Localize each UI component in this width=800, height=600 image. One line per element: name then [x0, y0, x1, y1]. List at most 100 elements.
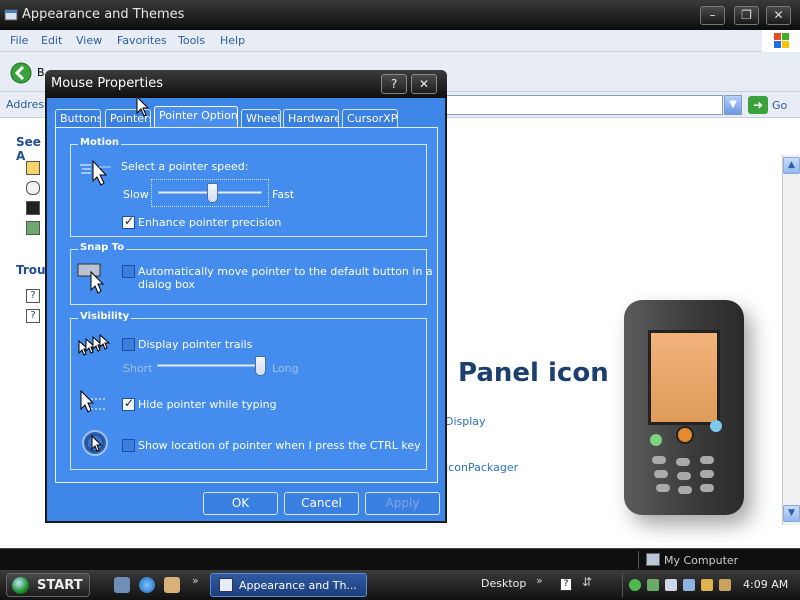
menu-tools[interactable]: Tools [178, 34, 205, 47]
iconpackager-link[interactable]: IconPackager [445, 461, 518, 474]
help-topic-icon[interactable]: ? [26, 309, 40, 323]
clock[interactable]: 4:09 AM [743, 578, 788, 591]
help-icon: ? [390, 77, 398, 91]
tab-hardware[interactable]: Hardware [283, 109, 339, 127]
show-location-checkbox[interactable] [122, 439, 135, 452]
go-arrow-icon: ➜ [752, 98, 764, 112]
menu-favorites[interactable]: Favorites [117, 34, 167, 47]
desktop-chevron-icon[interactable]: » [536, 574, 543, 587]
picture-icon[interactable] [26, 221, 40, 235]
show-location-label[interactable]: Show location of pointer when I press th… [138, 439, 421, 452]
taskbar-window-button[interactable]: Appearance and Th... [210, 573, 367, 597]
hide-typing-checkbox[interactable] [122, 396, 135, 411]
tab-cursorxp[interactable]: CursorXP [342, 109, 398, 127]
visibility-group: Visibility Display pointer trails Short … [70, 311, 427, 470]
go-button[interactable]: ➜ [748, 96, 768, 114]
pointer-trails-icon [78, 333, 111, 356]
snap-to-checkbox[interactable] [122, 265, 135, 278]
explorer-title: Appearance and Themes [22, 7, 185, 22]
start-button[interactable]: START [6, 573, 90, 597]
cancel-button[interactable]: Cancel [284, 492, 359, 515]
close-button[interactable]: ✕ [766, 6, 791, 25]
menu-edit[interactable]: Edit [41, 34, 62, 47]
phone-center-button [676, 426, 694, 444]
snap-to-group: Snap To Automatically move pointer to th… [70, 242, 433, 305]
quick-launch-chevron-icon[interactable]: » [192, 574, 199, 587]
trail-length-slider[interactable] [151, 353, 269, 381]
tray-app-icon[interactable] [701, 579, 713, 591]
trails-short-label: Short [123, 362, 153, 375]
snap-to-label[interactable]: Automatically move pointer to the defaul… [138, 265, 433, 278]
back-arrow-icon[interactable] [10, 62, 32, 84]
taskbar: START » Appearance and Th... Desktop » ?… [0, 570, 800, 600]
maximize-button[interactable]: ❐ [734, 6, 759, 25]
enhance-precision-checkbox[interactable] [122, 214, 135, 229]
internet-explorer-icon[interactable] [139, 577, 155, 593]
ok-button[interactable]: OK [203, 492, 278, 515]
go-label[interactable]: Go [772, 99, 787, 112]
speed-slider-thumb[interactable] [207, 183, 218, 203]
system-tray: 4:09 AM [622, 573, 800, 597]
enhance-precision-label[interactable]: Enhance pointer precision [138, 216, 281, 229]
scroll-down-button[interactable]: ▼ [783, 505, 800, 522]
motion-legend: Motion [78, 137, 122, 148]
display-link[interactable]: Display [445, 415, 486, 428]
tray-app-icon[interactable] [665, 579, 677, 591]
dialog-titlebar[interactable]: Mouse Properties ? ✕ [45, 70, 447, 98]
dialog-help-button[interactable]: ? [381, 74, 407, 94]
tab-pointer-options[interactable]: Pointer Options [154, 106, 238, 128]
apply-button[interactable]: Apply [365, 492, 440, 515]
back-label[interactable]: B [37, 66, 45, 79]
explorer-titlebar[interactable]: Appearance and Themes – ❐ ✕ [0, 0, 800, 30]
address-label: Address [6, 98, 50, 111]
mouse-icon[interactable] [26, 181, 40, 195]
phone-screen [648, 330, 720, 425]
minimize-button[interactable]: – [700, 6, 725, 25]
tray-app-icon[interactable] [683, 579, 695, 591]
windows-logo-icon [762, 30, 800, 52]
address-dropdown-button[interactable]: ▼ [724, 95, 742, 115]
network-icon[interactable] [647, 579, 659, 591]
trail-slider-thumb[interactable] [255, 356, 266, 376]
quick-launch-app-icon[interactable] [164, 577, 180, 593]
motion-group: Motion Select a pointer speed: Slow Fast… [70, 137, 427, 237]
desktop-toolbar-label[interactable]: Desktop [481, 577, 526, 590]
tab-wheel[interactable]: Wheel [241, 109, 281, 127]
scroll-up-button[interactable]: ▲ [783, 157, 800, 174]
show-desktop-icon[interactable] [114, 577, 130, 593]
snap-to-label-line2[interactable]: dialog box [138, 278, 195, 291]
minimize-icon: – [709, 8, 716, 22]
tray-wand-icon[interactable] [719, 579, 731, 591]
hide-typing-label[interactable]: Hide pointer while typing [138, 398, 277, 411]
snap-to-icon [77, 263, 105, 294]
menu-view[interactable]: View [76, 34, 102, 47]
pointer-trails-label[interactable]: Display pointer trails [138, 338, 252, 351]
show-location-icon [82, 430, 108, 456]
taskbar-window-label: Appearance and Th... [239, 579, 357, 592]
menu-help[interactable]: Help [220, 34, 245, 47]
folder-window-icon [219, 578, 233, 592]
phone-key [678, 486, 692, 494]
phone-green-button [650, 434, 662, 446]
phone-key [676, 458, 690, 466]
pointer-trails-checkbox[interactable] [122, 338, 135, 351]
tray-app-icon[interactable] [629, 579, 641, 591]
folder-icon[interactable] [26, 161, 40, 175]
help-topic-icon[interactable]: ? [26, 289, 40, 303]
hide-pointer-icon [80, 389, 105, 413]
display-icon[interactable] [26, 201, 40, 215]
mobile-phone-illustration [624, 300, 744, 515]
dialog-title: Mouse Properties [51, 76, 164, 91]
menu-file[interactable]: File [10, 34, 28, 47]
close-icon: ✕ [773, 8, 784, 22]
vertical-scrollbar[interactable]: ▲ ▼ [782, 155, 800, 525]
phone-key [652, 456, 666, 464]
volume-icon[interactable]: ⇵ [582, 575, 592, 589]
tab-buttons[interactable]: Buttons [55, 109, 101, 127]
dialog-close-button[interactable]: ✕ [411, 74, 437, 94]
speed-slider[interactable] [151, 179, 269, 207]
phone-key [656, 484, 670, 492]
help-icon[interactable]: ? [560, 578, 572, 591]
phone-key [700, 470, 714, 478]
pointer-options-panel: Motion Select a pointer speed: Slow Fast… [55, 127, 438, 483]
